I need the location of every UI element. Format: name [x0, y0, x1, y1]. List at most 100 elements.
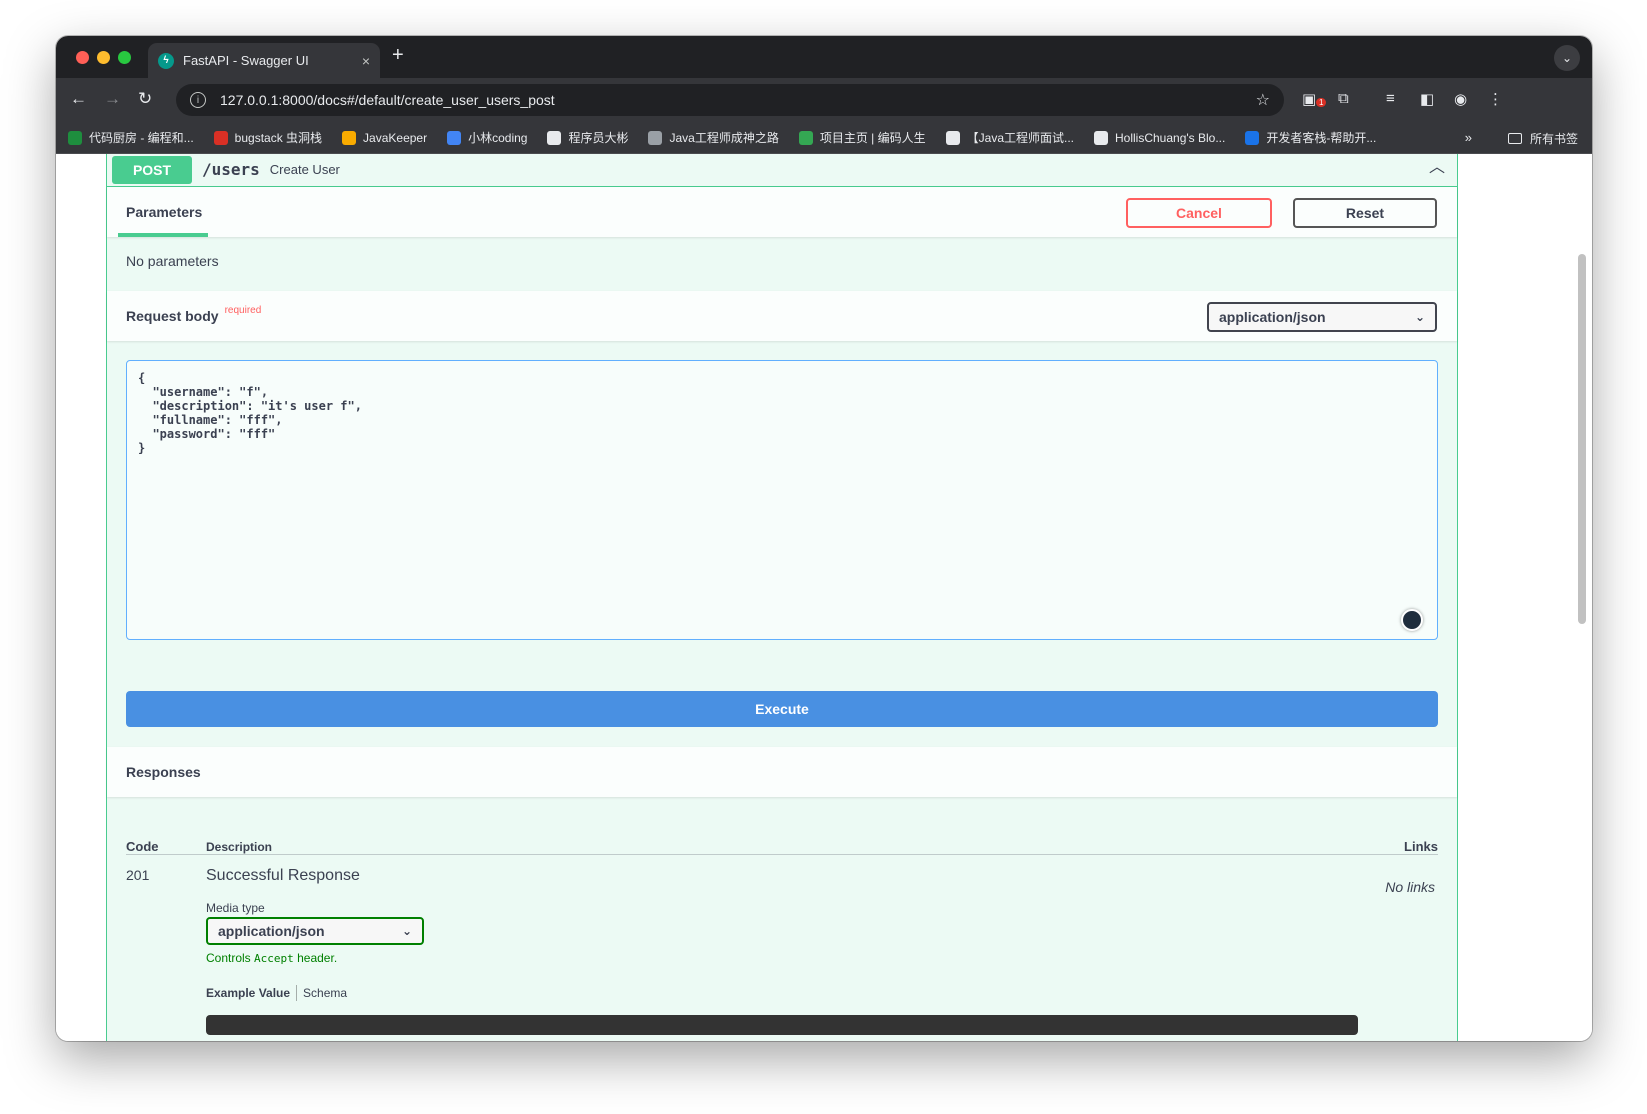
- bookmark-favicon-icon: [342, 130, 357, 145]
- bookmark-item[interactable]: 小林coding: [447, 129, 527, 146]
- collapse-chevron-icon[interactable]: ︿: [1429, 154, 1445, 177]
- responses-header: Responses: [107, 747, 1457, 797]
- bookmark-item[interactable]: 项目主页 | 编码人生: [798, 129, 926, 146]
- new-tab-button[interactable]: +: [392, 44, 404, 67]
- operation-block: POST /users Create User ︿ Parameters Can…: [106, 154, 1458, 1041]
- table-row: 201 Successful Response Media type appli…: [126, 855, 1438, 1035]
- site-info-icon[interactable]: i: [190, 92, 206, 108]
- body-editor-wrap: { "username": "f", "description": "it's …: [107, 341, 1457, 661]
- bookmark-label: 代码厨房 - 编程和...: [89, 131, 194, 145]
- bookmark-label: HollisChuang's Blo...: [1115, 130, 1226, 145]
- bookmark-item[interactable]: Java工程师成神之路: [648, 129, 779, 146]
- controls-suffix: header.: [293, 951, 338, 965]
- responses-table: Code Description Links 201 Successful Re…: [126, 827, 1438, 1035]
- browser-toolbar: ← → ↻ i 127.0.0.1:8000/docs#/default/cre…: [56, 78, 1592, 122]
- side-panel-icon[interactable]: ◧: [1420, 90, 1434, 108]
- profile-avatar-icon[interactable]: ◉: [1454, 90, 1467, 108]
- media-type-label: Media type: [206, 901, 265, 915]
- puzzle-extensions-icon[interactable]: ⧉: [1338, 90, 1349, 107]
- bookmarks-bar: 代码厨房 - 编程和... bugstack 虫洞栈 JavaKeeper 小林cod…: [56, 122, 1592, 154]
- links-column-header: Links: [1404, 839, 1438, 854]
- minimize-window-button[interactable]: [97, 51, 110, 64]
- media-type-value: application/json: [218, 923, 325, 939]
- fastapi-icon: ϟ: [158, 52, 174, 69]
- operation-path: /users: [202, 160, 260, 179]
- extension-icon[interactable]: ▣: [1302, 90, 1316, 108]
- bookmark-item[interactable]: 代码厨房 - 编程和...: [68, 129, 194, 146]
- response-description-cell: Successful Response Media type applicati…: [206, 867, 1358, 1035]
- response-code: 201: [126, 867, 150, 883]
- request-body-json[interactable]: { "username": "f", "description": "it's …: [138, 371, 1426, 455]
- browser-tab[interactable]: ϟ FastAPI - Swagger UI ×: [148, 43, 380, 78]
- content-type-select[interactable]: application/json ⌄: [1207, 302, 1437, 332]
- back-icon[interactable]: ←: [70, 89, 87, 109]
- close-window-button[interactable]: [76, 51, 89, 64]
- responses-table-header: Code Description Links: [126, 827, 1438, 855]
- operation-summary-text: Create User: [269, 162, 340, 177]
- bookmarks-overflow-icon[interactable]: »: [1465, 130, 1472, 145]
- execute-button[interactable]: Execute: [126, 691, 1438, 727]
- bookmark-label: 程序员大彬: [568, 131, 629, 145]
- bookmark-item[interactable]: HollisChuang's Blo...: [1094, 130, 1226, 145]
- media-type-select[interactable]: application/json ⌄: [206, 917, 424, 945]
- parameters-header: Parameters Cancel Reset: [107, 187, 1457, 237]
- menu-kebab-icon[interactable]: ⋮: [1488, 90, 1503, 108]
- browser-window: ϟ FastAPI - Swagger UI × + ⌄ ← → ↻ i 127…: [56, 36, 1592, 1041]
- bookmark-label: 小林coding: [468, 131, 528, 145]
- extension-overlay-icon[interactable]: [1401, 609, 1423, 631]
- parameters-tab-label: Parameters: [126, 204, 203, 220]
- accept-code: Accept: [254, 952, 294, 965]
- tab-separator: [296, 985, 298, 1001]
- required-label: required: [224, 304, 262, 316]
- bookmark-item[interactable]: 开发者客栈-帮助开...: [1245, 129, 1376, 146]
- bookmark-favicon-icon: [798, 130, 813, 145]
- page-scrollbar[interactable]: [1578, 254, 1586, 624]
- request-body-textarea[interactable]: { "username": "f", "description": "it's …: [126, 360, 1438, 640]
- chevron-down-icon: ⌄: [401, 924, 412, 938]
- page-content: POST /users Create User ︿ Parameters Can…: [56, 154, 1592, 1041]
- close-tab-icon[interactable]: ×: [362, 53, 370, 69]
- extension-badge: 1: [1316, 98, 1327, 107]
- tab-search-icon[interactable]: ⌄: [1554, 45, 1580, 71]
- example-schema-tabs: Example Value Schema: [206, 985, 1358, 1001]
- reset-button[interactable]: Reset: [1293, 198, 1437, 228]
- operation-summary[interactable]: POST /users Create User ︿: [107, 154, 1457, 187]
- response-description: Successful Response: [206, 867, 360, 884]
- bookmark-label: 开发者客栈-帮助开...: [1266, 131, 1377, 145]
- tab-parameters[interactable]: Parameters: [118, 187, 208, 237]
- bookmark-favicon-icon: [1094, 130, 1108, 145]
- bookmark-label: 项目主页 | 编码人生: [819, 131, 926, 145]
- bookmark-item[interactable]: 程序员大彬: [547, 129, 628, 146]
- bookmark-favicon-icon: [1245, 130, 1260, 145]
- bookmark-item[interactable]: JavaKeeper: [342, 130, 427, 145]
- responses-title: Responses: [126, 764, 201, 780]
- address-bar[interactable]: i 127.0.0.1:8000/docs#/default/create_us…: [176, 84, 1284, 116]
- method-badge: POST: [112, 155, 192, 184]
- bookmark-label: bugstack 虫洞栈: [234, 131, 323, 145]
- tab-schema[interactable]: Schema: [303, 986, 347, 1000]
- tab-title: FastAPI - Swagger UI: [183, 53, 309, 68]
- all-bookmarks-button[interactable]: 所有书签: [1507, 130, 1578, 147]
- controls-accept-note: Controls Accept header.: [206, 951, 1358, 965]
- chevron-down-icon: ⌄: [1414, 310, 1425, 324]
- reload-icon[interactable]: ↻: [138, 89, 152, 109]
- tab-strip: ϟ FastAPI - Swagger UI × + ⌄: [56, 36, 1592, 78]
- url-text[interactable]: 127.0.0.1:8000/docs#/default/create_user…: [220, 92, 1256, 108]
- bookmark-star-icon[interactable]: ☆: [1256, 90, 1270, 110]
- tab-example-value[interactable]: Example Value: [206, 986, 290, 1000]
- description-column-header: Description: [206, 840, 273, 854]
- all-bookmarks-label: 所有书签: [1529, 132, 1578, 146]
- maximize-window-button[interactable]: [118, 51, 131, 64]
- forward-icon[interactable]: →: [104, 89, 121, 109]
- media-control-icon[interactable]: ≡: [1386, 90, 1395, 107]
- content-type-value: application/json: [1219, 309, 1326, 325]
- controls-prefix: Controls: [206, 951, 255, 965]
- request-body-header: Request body required application/json ⌄: [107, 291, 1457, 341]
- cancel-button[interactable]: Cancel: [1126, 198, 1272, 228]
- request-body-title: Request body: [126, 308, 219, 324]
- code-column-header: Code: [126, 839, 159, 854]
- bookmark-favicon-icon: [68, 130, 82, 145]
- bookmark-item[interactable]: bugstack 虫洞栈: [213, 129, 323, 146]
- bookmark-item[interactable]: 【Java工程师面试...: [945, 129, 1074, 146]
- active-tab-indicator: [118, 233, 208, 237]
